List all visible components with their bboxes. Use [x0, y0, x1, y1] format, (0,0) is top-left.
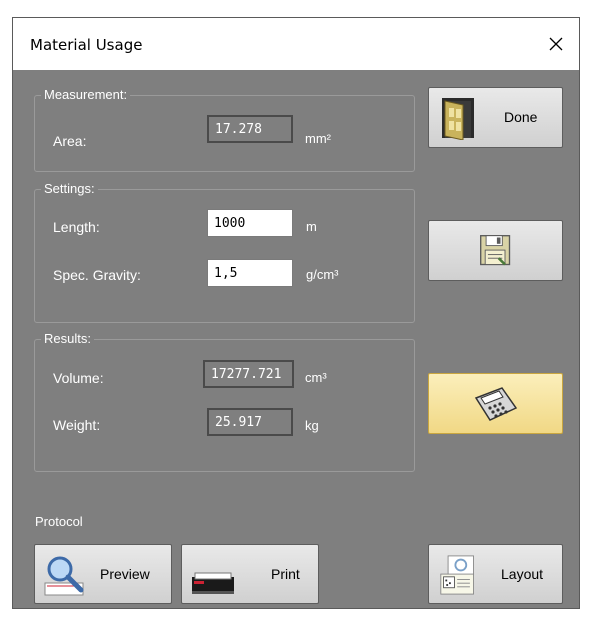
magnifier-icon: [44, 556, 84, 596]
length-unit: m: [306, 219, 317, 234]
material-usage-dialog: Material Usage Measurement: Area: 17.278…: [12, 17, 580, 609]
weight-label: Weight:: [53, 417, 101, 433]
area-value: 17.278: [207, 115, 293, 143]
volume-unit: cm³: [305, 370, 327, 385]
floppy-disk-icon: [480, 235, 511, 266]
calculator-icon: [474, 387, 518, 421]
save-button[interactable]: [428, 220, 563, 281]
area-unit: mm²: [305, 131, 331, 146]
page-layout-icon: [440, 555, 474, 595]
volume-label: Volume:: [53, 370, 104, 386]
done-button-label: Done: [504, 109, 538, 125]
weight-unit: kg: [305, 418, 319, 433]
preview-button-label: Preview: [100, 566, 150, 582]
window-title: Material Usage: [30, 36, 143, 54]
close-button[interactable]: [533, 18, 579, 70]
print-button[interactable]: Print: [181, 544, 319, 604]
layout-button-label: Layout: [501, 566, 544, 582]
length-input[interactable]: [207, 209, 293, 237]
print-button-label: Print: [271, 566, 300, 582]
printer-icon: [192, 572, 234, 594]
title-bar: Material Usage: [13, 18, 579, 70]
volume-value: 17277.721: [203, 360, 294, 388]
spec-gravity-label: Spec. Gravity:: [53, 267, 141, 283]
protocol-label: Protocol: [35, 514, 83, 529]
done-button[interactable]: Done: [428, 87, 563, 148]
length-label: Length:: [53, 219, 100, 235]
preview-button[interactable]: Preview: [34, 544, 172, 604]
settings-group-label: Settings:: [41, 181, 98, 197]
calculate-button[interactable]: [428, 373, 563, 434]
close-icon: [549, 37, 563, 51]
results-group-label: Results:: [41, 331, 94, 347]
door-exit-icon: [442, 98, 474, 140]
area-label: Area:: [53, 133, 87, 149]
spec-gravity-unit: g/cm³: [306, 267, 339, 282]
weight-value: 25.917: [207, 408, 293, 436]
layout-button[interactable]: Layout: [428, 544, 563, 604]
measurement-group-label: Measurement:: [41, 87, 131, 103]
results-group: Results:: [34, 331, 415, 472]
spec-gravity-input[interactable]: [207, 259, 293, 287]
